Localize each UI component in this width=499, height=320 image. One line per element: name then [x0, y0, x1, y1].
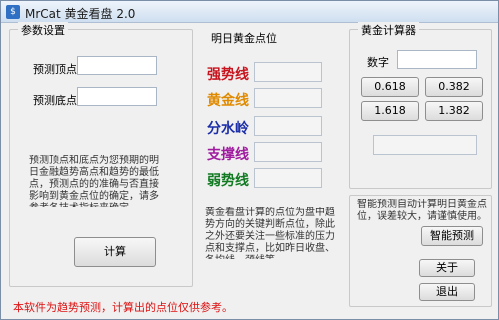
- support-line-label: 支撑线: [207, 147, 249, 163]
- title-bar[interactable]: $ MrCat 黄金看盘 2.0: [1, 1, 498, 23]
- ratio-0382-button[interactable]: 0.382: [425, 77, 483, 97]
- support-line-value: [254, 142, 322, 162]
- exit-button[interactable]: 退出: [419, 283, 475, 301]
- disclaimer-note: 本软件为趋势预测，计算出的点位仅供参考。: [13, 301, 233, 314]
- bottom-point-label: 预测底点: [33, 94, 77, 107]
- golden-line-value: [254, 88, 322, 108]
- levels-group-title: 明日黄金点位: [208, 30, 280, 46]
- params-group-title: 参数设置: [18, 22, 68, 38]
- watershed-line-value: [254, 116, 322, 136]
- app-icon: $: [6, 5, 20, 19]
- app-window: $ MrCat 黄金看盘 2.0 参数设置 预测顶点 预测底点 预测顶点和底点为…: [0, 0, 499, 320]
- calculate-button[interactable]: 计算: [74, 237, 156, 267]
- calculator-result: [373, 135, 477, 155]
- top-point-input[interactable]: [77, 56, 157, 75]
- ratio-1382-button[interactable]: 1.382: [425, 101, 483, 121]
- ratio-1618-button[interactable]: 1.618: [361, 101, 419, 121]
- levels-description: 黄金看盘计算的点位为盘中趋势方向的关键判断点位，除此之外还要关注一些标准的压力点…: [205, 207, 335, 259]
- smart-predict-button[interactable]: 智能预测: [421, 226, 483, 246]
- ratio-0618-button[interactable]: 0.618: [361, 77, 419, 97]
- weak-line-label: 弱势线: [207, 173, 249, 189]
- smart-description: 智能预测自动计算明日黄金点位，误差较大，请谨慎使用。: [357, 199, 487, 222]
- watershed-line-label: 分水岭: [207, 121, 249, 137]
- number-input[interactable]: [397, 50, 477, 69]
- params-description: 预测顶点和底点为您预期的明日金融趋势高点和趋势的最低点，预测点的的准确与否直接影…: [29, 155, 159, 207]
- weak-line-value: [254, 168, 322, 188]
- bottom-point-input[interactable]: [77, 87, 157, 106]
- top-point-label: 预测顶点: [33, 63, 77, 76]
- window-title: MrCat 黄金看盘 2.0: [25, 7, 136, 21]
- golden-line-label: 黄金线: [207, 93, 249, 109]
- strong-line-value: [254, 62, 322, 82]
- strong-line-label: 强势线: [207, 67, 249, 83]
- about-button[interactable]: 关于: [419, 259, 475, 277]
- number-label: 数字: [367, 56, 389, 69]
- calculator-group-title: 黄金计算器: [358, 22, 419, 38]
